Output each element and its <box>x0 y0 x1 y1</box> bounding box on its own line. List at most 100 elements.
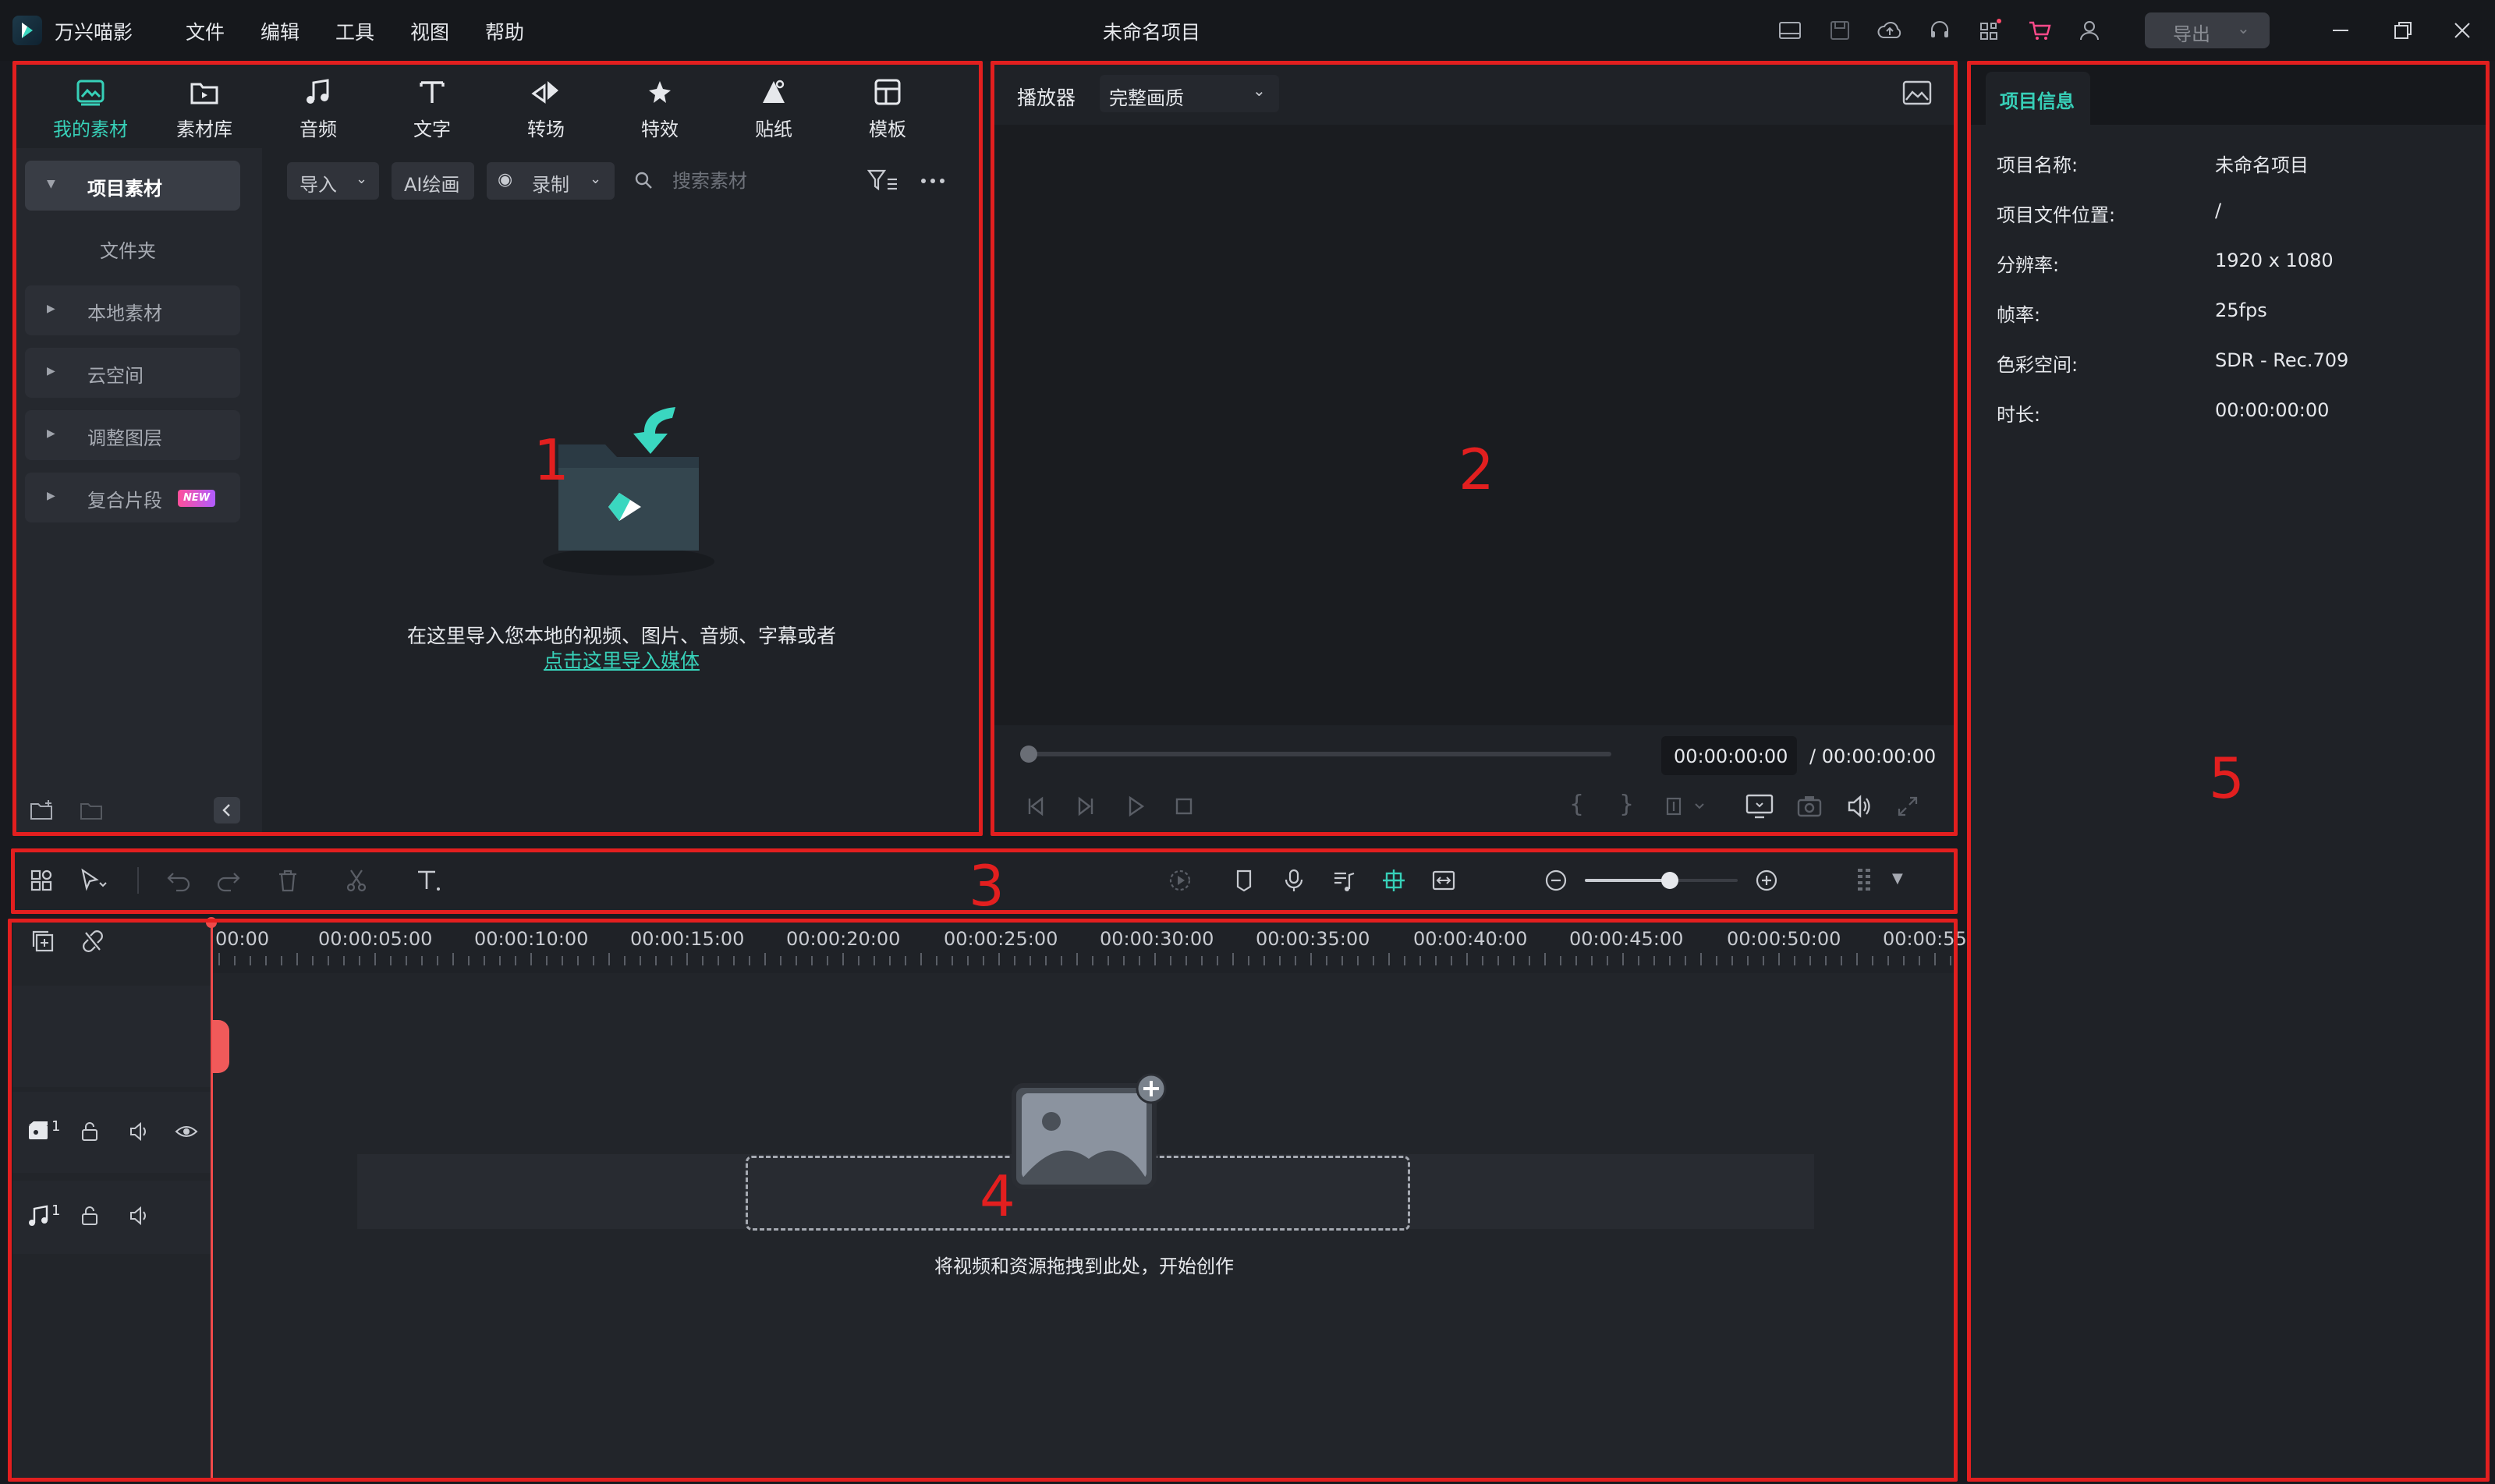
lock-icon[interactable] <box>78 1204 101 1227</box>
stop-icon[interactable] <box>1171 794 1196 819</box>
zoom-slider-handle[interactable] <box>1661 872 1678 889</box>
add-track-icon[interactable] <box>30 928 56 955</box>
collapse-sidebar-button[interactable] <box>214 797 240 823</box>
insert-clip-icon[interactable] <box>1664 794 1711 819</box>
tab-template[interactable]: 模板 <box>833 62 942 148</box>
sidebar-item-folder[interactable]: 文件夹 <box>100 236 156 263</box>
next-frame-icon[interactable] <box>1073 794 1098 819</box>
previous-frame-icon[interactable] <box>1023 794 1048 819</box>
new-folder-icon[interactable] <box>28 797 55 823</box>
caret-down-icon[interactable]: ▼ <box>1892 870 1903 887</box>
track-area[interactable]: 将视频和资源拖拽到此处，开始创作 <box>212 973 1956 1482</box>
ruler-tick <box>265 956 267 965</box>
tab-my-media[interactable]: 我的素材 <box>36 62 145 148</box>
eye-icon[interactable] <box>175 1120 198 1143</box>
current-time-display[interactable]: 00:00:00:00 <box>1661 736 1797 775</box>
split-scissors-icon[interactable] <box>343 867 370 894</box>
search-input[interactable] <box>671 162 842 200</box>
mark-out-icon[interactable]: } <box>1619 791 1634 818</box>
ruler-tick <box>1435 956 1437 965</box>
fit-timeline-icon[interactable] <box>1430 867 1457 894</box>
zoom-out-icon[interactable] <box>1543 867 1569 894</box>
ruler-tick <box>702 956 703 965</box>
tab-label: 项目信息 <box>2000 90 2075 112</box>
more-options-icon[interactable] <box>917 170 948 192</box>
import-button[interactable]: 导入 ⌄ <box>287 162 379 200</box>
display-monitor-icon[interactable] <box>1744 792 1775 820</box>
auto-render-icon[interactable] <box>1167 867 1193 894</box>
track-height-icon[interactable] <box>1852 866 1878 895</box>
record-button[interactable]: ◉ 录制 ⌄ <box>487 162 615 200</box>
playhead-handle[interactable] <box>206 917 217 928</box>
export-button[interactable]: 导出 ⌄ <box>2145 12 2270 48</box>
quality-select[interactable]: 完整画质 ⌄ <box>1100 75 1279 112</box>
tab-effects[interactable]: 特效 <box>605 62 714 148</box>
play-icon[interactable] <box>1123 794 1148 819</box>
add-text-icon[interactable] <box>415 867 446 894</box>
filter-icon[interactable] <box>867 168 898 193</box>
microphone-icon[interactable] <box>1281 867 1307 894</box>
video-track-header: 1 <box>12 1092 212 1173</box>
progress-track[interactable] <box>1023 752 1611 756</box>
timeline-ruler[interactable]: 00:00 00:00:05:00 00:00:10:00 00:00:15:0… <box>212 919 1967 973</box>
undo-icon[interactable] <box>165 867 192 894</box>
media-empty-state: 在这里导入您本地的视频、图片、音频、字幕或者 点击这里导入媒体 <box>262 211 981 836</box>
tab-text[interactable]: 文字 <box>377 62 487 148</box>
sidebar-item-local-media[interactable]: ▶ 本地素材 <box>25 285 240 335</box>
tab-audio[interactable]: 音频 <box>264 62 373 148</box>
add-media-image-icon[interactable] <box>1011 1073 1175 1213</box>
restore-icon[interactable] <box>2390 17 2416 44</box>
lock-icon[interactable] <box>78 1120 101 1143</box>
sidebar-item-project-media[interactable]: ▼ 项目素材 <box>25 161 240 211</box>
user-icon[interactable] <box>2076 17 2103 44</box>
ruler-label: 00:00:10:00 <box>474 928 589 950</box>
volume-icon[interactable] <box>128 1120 151 1143</box>
ruler-tick <box>1482 956 1483 965</box>
headset-icon[interactable] <box>1926 17 1953 44</box>
audio-track-icon[interactable] <box>1331 867 1357 894</box>
save-icon[interactable] <box>1827 17 1853 44</box>
menu-help[interactable]: 帮助 <box>485 17 524 45</box>
mark-in-icon[interactable]: { <box>1569 791 1584 818</box>
annotation-number-3: 3 <box>969 853 1005 919</box>
snapshot-camera-icon[interactable] <box>1795 792 1823 820</box>
playhead-flag[interactable] <box>212 1020 229 1073</box>
minimize-icon[interactable] <box>2327 17 2354 44</box>
snap-magnet-icon[interactable] <box>1380 867 1407 894</box>
preview-image-icon[interactable] <box>1901 80 1933 108</box>
tab-project-info[interactable]: 项目信息 <box>1986 72 2090 125</box>
delete-icon[interactable] <box>275 867 301 894</box>
menu-edit[interactable]: 编辑 <box>260 17 299 45</box>
tab-sticker[interactable]: 贴纸 <box>719 62 828 148</box>
tab-transition[interactable]: 转场 <box>491 62 601 148</box>
sidebar-item-cloud-space[interactable]: ▶ 云空间 <box>25 348 240 398</box>
sidebar-item-adjustment-layer[interactable]: ▶ 调整图层 <box>25 410 240 460</box>
marker-icon[interactable] <box>1231 867 1257 894</box>
folder-icon[interactable] <box>78 797 105 823</box>
import-label: 导入 <box>299 174 337 196</box>
menu-file[interactable]: 文件 <box>186 17 225 45</box>
close-icon[interactable] <box>2449 17 2476 44</box>
player-header: 播放器 完整画质 ⌄ <box>992 62 1956 125</box>
progress-handle[interactable] <box>1020 746 1037 763</box>
zoom-in-icon[interactable] <box>1753 867 1780 894</box>
menu-view[interactable]: 视图 <box>410 17 449 45</box>
redo-icon[interactable] <box>215 867 242 894</box>
ai-paint-button[interactable]: AI绘画 <box>392 162 474 200</box>
unlink-icon[interactable] <box>80 928 106 955</box>
layout-icon[interactable] <box>1777 17 1803 44</box>
cloud-upload-icon[interactable] <box>1877 17 1903 44</box>
volume-icon[interactable] <box>1845 792 1873 820</box>
layout-grid-icon[interactable] <box>28 867 55 894</box>
import-media-link[interactable]: 点击这里导入媒体 <box>262 646 981 674</box>
apps-grid-icon[interactable] <box>1976 17 2003 44</box>
menu-tools[interactable]: 工具 <box>335 17 374 45</box>
tab-label: 我的素材 <box>53 119 128 140</box>
cart-icon[interactable] <box>2026 17 2053 44</box>
select-tool-icon[interactable] <box>78 867 109 894</box>
fullscreen-icon[interactable] <box>1895 794 1920 819</box>
sidebar-item-compound-clip[interactable]: ▶ 复合片段 NEW <box>25 473 240 522</box>
tab-stock-library[interactable]: 素材库 <box>150 62 259 148</box>
volume-icon[interactable] <box>128 1204 151 1227</box>
playhead[interactable] <box>211 920 213 1482</box>
